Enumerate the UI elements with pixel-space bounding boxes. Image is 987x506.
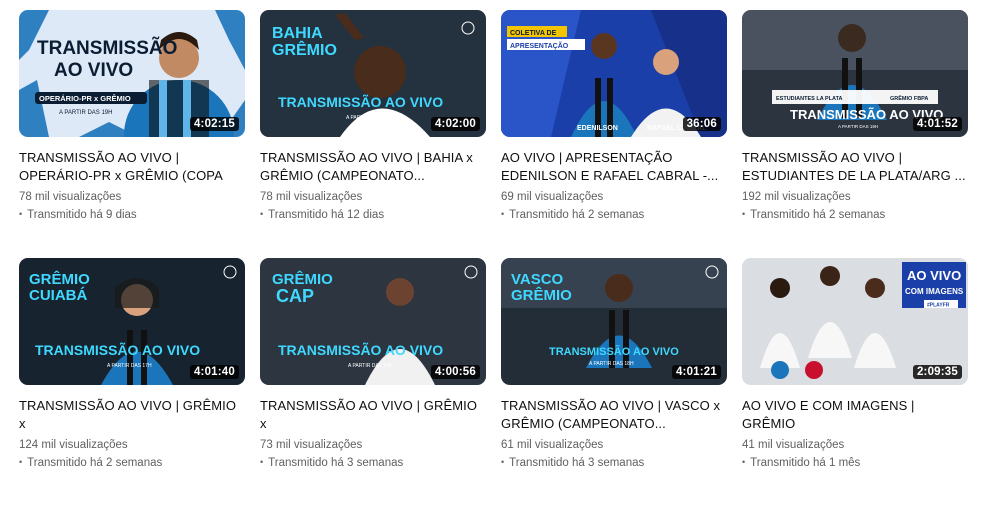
thumb-text-2: GRÊMIO xyxy=(272,40,337,59)
thumb-text-4: A PARTIR DAS 19H xyxy=(59,110,112,116)
video-card[interactable]: BAHIA GRÊMIO TRANSMISSÃO AO VIVO A PARTI… xyxy=(260,10,486,258)
video-card[interactable]: GRÊMIO CUIABÁ TRANSMISSÃO AO VIVO A PART… xyxy=(19,258,245,506)
thumb-text-3: TRANSMISSÃO AO VIVO xyxy=(278,341,443,358)
duration-badge: 4:01:21 xyxy=(671,365,721,379)
video-thumbnail[interactable]: AO VIVO COM IMAGENS #PLAYFR 2:09:35 xyxy=(742,258,968,385)
video-thumbnail[interactable]: BAHIA GRÊMIO TRANSMISSÃO AO VIVO A PARTI… xyxy=(260,10,486,137)
stream-time: Transmitido há 9 dias xyxy=(19,206,245,224)
video-title[interactable]: TRANSMISSÃO AO VIVO | ESTUDIANTES DE LA … xyxy=(742,149,968,185)
video-card[interactable]: COLETIVA DE APRESENTAÇÃO EDENILSON RAFAE… xyxy=(501,10,727,258)
duration-badge: 4:00:56 xyxy=(430,365,480,379)
thumb-text-3: EDENILSON xyxy=(577,125,618,132)
duration-badge: 36:06 xyxy=(682,117,721,131)
thumb-text-4: A PARTIR DAS 20H xyxy=(346,115,391,121)
duration-badge: 2:09:35 xyxy=(912,365,962,379)
video-thumbnail[interactable]: GRÊMIO CAP TRANSMISSÃO AO VIVO A PARTIR … xyxy=(260,258,486,385)
video-thumbnail[interactable]: GRÊMIO CUIABÁ TRANSMISSÃO AO VIVO A PART… xyxy=(19,258,245,385)
video-title[interactable]: TRANSMISSÃO AO VIVO | OPERÁRIO-PR x GRÊM… xyxy=(19,149,245,185)
view-count: 78 mil visualizações xyxy=(19,191,122,203)
stream-time: Transmitido há 12 dias xyxy=(260,206,486,224)
thumb-text-4: A PARTIR DAS 19H xyxy=(838,124,878,129)
thumb-text-3: TRANSMISSÃO AO VIVO xyxy=(549,345,679,358)
thumb-text-3: TRANSMISSÃO AO VIVO xyxy=(278,93,443,110)
duration-badge: 4:02:00 xyxy=(430,117,480,131)
video-title[interactable]: TRANSMISSÃO AO VIVO | VASCO x GRÊMIO (CA… xyxy=(501,397,727,433)
video-thumbnail[interactable]: COLETIVA DE APRESENTAÇÃO EDENILSON RAFAE… xyxy=(501,10,727,137)
view-count: 69 mil visualizações xyxy=(501,191,604,203)
video-card[interactable]: AO VIVO COM IMAGENS #PLAYFR 2:09:35 AO V… xyxy=(742,258,968,506)
view-count: 73 mil visualizações xyxy=(260,439,363,451)
video-title[interactable]: AO VIVO | APRESENTAÇÃO EDENILSON E RAFAE… xyxy=(501,149,727,185)
video-card[interactable]: VASCO GRÊMIO TRANSMISSÃO AO VIVO A PARTI… xyxy=(501,258,727,506)
duration-badge: 4:01:52 xyxy=(912,117,962,131)
thumb-text-1: GRÊMIO xyxy=(29,270,90,288)
video-thumbnail[interactable]: VASCO GRÊMIO TRANSMISSÃO AO VIVO A PARTI… xyxy=(501,258,727,385)
view-count: 78 mil visualizações xyxy=(260,191,363,203)
video-title[interactable]: TRANSMISSÃO AO VIVO | BAHIA x GRÊMIO (CA… xyxy=(260,149,486,185)
thumb-text-3: TRANSMISSÃO AO VIVO xyxy=(35,341,200,358)
video-thumbnail[interactable]: ESTUDIANTES LA PLATA GRÊMIO FBPA TRANSMI… xyxy=(742,10,968,137)
thumb-text-4: A PARTIR DAS 18H xyxy=(589,361,634,367)
thumb-text-1: TRANSMISSÃO xyxy=(37,37,177,59)
thumb-text-4: A PARTIR DAS 17H xyxy=(107,363,152,369)
thumb-text-1: BAHIA xyxy=(272,25,323,42)
stream-time: Transmitido há 2 semanas xyxy=(19,454,245,472)
view-count: 41 mil visualizações xyxy=(742,439,845,451)
stream-time: Transmitido há 2 semanas xyxy=(501,206,727,224)
thumb-text-2: GRÊMIO FBPA xyxy=(890,94,928,102)
video-title[interactable]: TRANSMISSÃO AO VIVO | GRÊMIO x CUIABÁ (C… xyxy=(19,397,245,433)
thumb-text-3: #PLAYFR xyxy=(927,303,950,309)
view-count: 61 mil visualizações xyxy=(501,439,604,451)
thumb-text-1: COLETIVA DE xyxy=(510,30,557,37)
thumb-text-2: GRÊMIO xyxy=(511,286,572,304)
video-card[interactable]: GRÊMIO CAP TRANSMISSÃO AO VIVO A PARTIR … xyxy=(260,258,486,506)
video-card[interactable]: TRANSMISSÃO AO VIVO OPERÁRIO-PR x GRÊMIO… xyxy=(19,10,245,258)
duration-badge: 4:02:15 xyxy=(189,117,239,131)
stream-time: Transmitido há 2 semanas xyxy=(742,206,968,224)
stream-time: Transmitido há 3 semanas xyxy=(501,454,727,472)
video-thumbnail[interactable]: TRANSMISSÃO AO VIVO OPERÁRIO-PR x GRÊMIO… xyxy=(19,10,245,137)
duration-badge: 4:01:40 xyxy=(189,365,239,379)
thumb-text-1: VASCO xyxy=(511,271,564,288)
thumb-text-3: OPERÁRIO-PR x GRÊMIO xyxy=(39,94,131,103)
thumb-text-2: COM IMAGENS xyxy=(905,287,964,296)
thumb-text-2: CAP xyxy=(276,286,314,306)
stream-time: Transmitido há 1 mês xyxy=(742,454,968,472)
thumb-text-1: AO VIVO xyxy=(907,268,961,283)
video-grid: TRANSMISSÃO AO VIVO OPERÁRIO-PR x GRÊMIO… xyxy=(0,0,987,506)
video-title[interactable]: TRANSMISSÃO AO VIVO | GRÊMIO x ATHLETICO… xyxy=(260,397,486,433)
stream-time: Transmitido há 3 semanas xyxy=(260,454,486,472)
video-card[interactable]: ESTUDIANTES LA PLATA GRÊMIO FBPA TRANSMI… xyxy=(742,10,968,258)
thumb-text-4: A PARTIR DAS 14H xyxy=(348,363,393,369)
thumb-text-1: ESTUDIANTES LA PLATA xyxy=(776,96,843,102)
view-count: 192 mil visualizações xyxy=(742,191,851,203)
video-title[interactable]: AO VIVO E COM IMAGENS | GRÊMIO x SÃO PAU… xyxy=(742,397,968,433)
view-count: 124 mil visualizações xyxy=(19,439,128,451)
thumb-text-2: AO VIVO xyxy=(54,60,133,81)
thumb-text-2: APRESENTAÇÃO xyxy=(510,41,569,50)
thumb-text-2: CUIABÁ xyxy=(29,287,87,304)
